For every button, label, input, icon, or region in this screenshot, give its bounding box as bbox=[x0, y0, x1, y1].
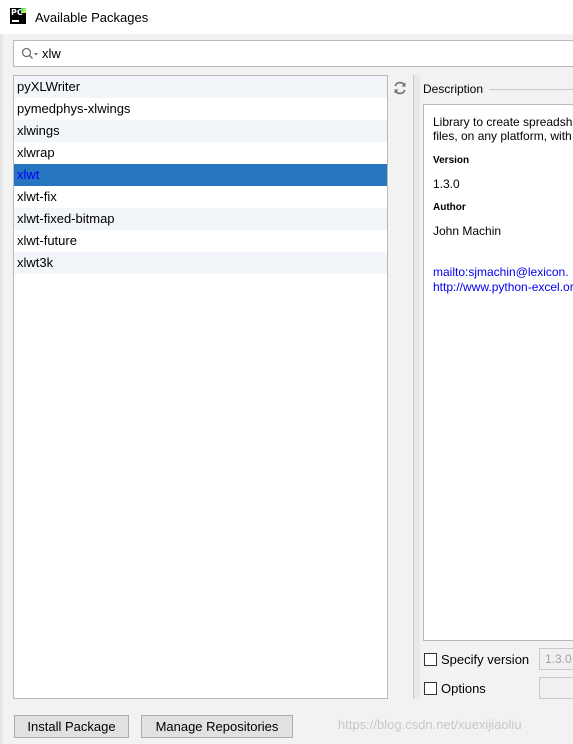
author-email-link[interactable]: mailto:sjmachin@lexicon. bbox=[433, 265, 569, 279]
homepage-link[interactable]: http://www.python-excel.or bbox=[433, 280, 573, 294]
package-row[interactable]: xlwt3k bbox=[14, 252, 387, 274]
specify-version-row: Specify version bbox=[424, 649, 529, 669]
description-header: Description bbox=[423, 82, 484, 96]
package-row[interactable]: xlwt-fix bbox=[14, 186, 387, 208]
refresh-icon[interactable] bbox=[392, 80, 408, 96]
description-text: Library to create spreadsh files, on any… bbox=[433, 115, 573, 143]
reload-column bbox=[388, 75, 413, 699]
package-list[interactable]: pyXLWriter pymedphys-xlwings xlwings xlwrap… bbox=[13, 75, 388, 699]
package-row[interactable]: xlwrap bbox=[14, 142, 387, 164]
author-value: John Machin bbox=[433, 224, 502, 238]
window-title: Available Packages bbox=[35, 10, 149, 25]
version-value: 1.3.0 bbox=[433, 177, 460, 191]
package-row[interactable]: xlwt bbox=[14, 164, 387, 186]
window-left-edge bbox=[0, 34, 3, 744]
search-input[interactable] bbox=[42, 44, 542, 63]
description-separator bbox=[489, 89, 573, 90]
specify-version-label: Specify version bbox=[441, 651, 530, 667]
options-checkbox[interactable] bbox=[424, 681, 437, 695]
options-input[interactable] bbox=[539, 677, 573, 699]
pycharm-app-icon: PC bbox=[10, 8, 26, 24]
author-label: Author bbox=[433, 202, 466, 213]
package-row[interactable]: xlwings bbox=[14, 120, 387, 142]
description-line-2: files, on any platform, with bbox=[433, 129, 572, 143]
version-select[interactable]: 1.3.0 bbox=[539, 648, 573, 670]
install-package-button[interactable]: Install Package bbox=[14, 715, 129, 738]
description-line-1: Library to create spreadsh bbox=[433, 115, 573, 129]
version-label: Version bbox=[433, 155, 470, 166]
watermark-text: https://blog.csdn.net/xuexijiaoliu bbox=[338, 717, 522, 732]
app-icon-text: PC bbox=[11, 8, 23, 17]
package-row[interactable]: xlwt-future bbox=[14, 230, 387, 252]
package-row[interactable]: pymedphys-xlwings bbox=[14, 98, 387, 120]
package-row[interactable]: pyXLWriter bbox=[14, 76, 387, 98]
description-pane: Library to create spreadsh files, on any… bbox=[423, 104, 573, 641]
package-row[interactable]: xlwt-fixed-bitmap bbox=[14, 208, 387, 230]
manage-repositories-button[interactable]: Manage Repositories bbox=[141, 715, 293, 738]
specify-version-checkbox[interactable] bbox=[424, 652, 437, 666]
search-icon[interactable] bbox=[21, 47, 39, 61]
options-row: Options bbox=[424, 678, 486, 698]
splitter-handle[interactable] bbox=[413, 75, 420, 699]
search-box[interactable] bbox=[13, 40, 573, 67]
options-label: Options bbox=[441, 680, 486, 696]
title-bar: PC Available Packages bbox=[0, 0, 573, 34]
